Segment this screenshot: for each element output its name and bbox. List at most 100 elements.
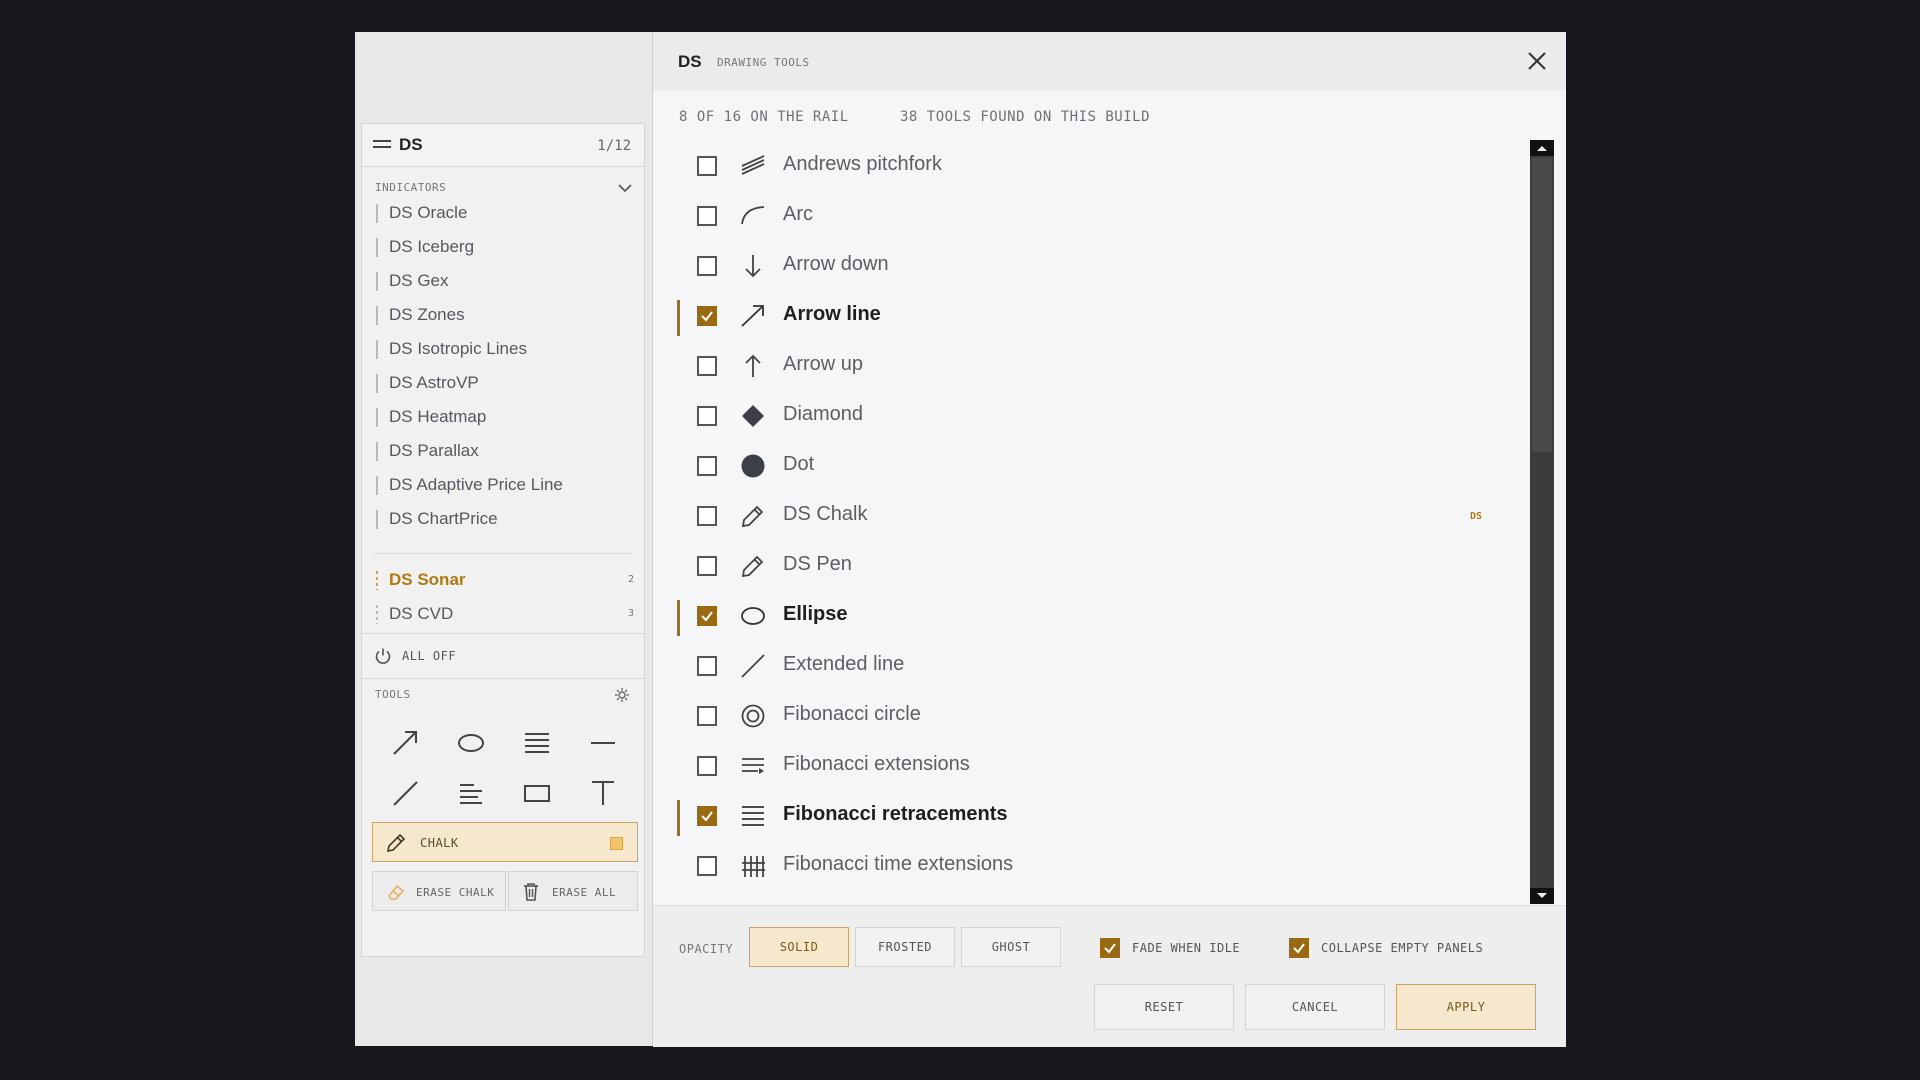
erase-all-button[interactable]: ERASE ALL (508, 871, 638, 911)
indicator-item[interactable]: DS Gex (376, 266, 634, 296)
tool-name: Extended line (783, 653, 905, 675)
tool-row-partial[interactable] (653, 890, 1528, 904)
tool-row-arc[interactable]: Arc (653, 190, 1528, 240)
horizontal-line-icon[interactable] (578, 723, 628, 763)
fade-when-idle-label: FADE WHEN IDLE (1132, 941, 1241, 955)
tool-row-ds-pen[interactable]: DS Pen (653, 540, 1528, 590)
tool-name: DS Pen (783, 553, 852, 575)
indicator-item[interactable]: DS Adaptive Price Line (376, 470, 634, 500)
menu-icon[interactable] (373, 140, 391, 150)
cancel-button[interactable]: CANCEL (1245, 984, 1385, 1030)
dialog-header: DS DRAWING TOOLS (653, 32, 1566, 90)
indicator-item[interactable]: DS Isotropic Lines (376, 334, 634, 364)
tool-checkbox[interactable] (697, 306, 717, 326)
fib-circle-icon (740, 704, 766, 728)
tool-name: Ellipse (783, 603, 848, 625)
tool-checkbox[interactable] (697, 456, 717, 476)
arrow-line-icon[interactable] (380, 723, 430, 763)
tools-section-label: TOOLS (375, 688, 411, 701)
tool-checkbox[interactable] (697, 406, 717, 426)
tool-checkbox[interactable] (697, 856, 717, 876)
scroll-up-arrow-icon[interactable] (1530, 140, 1554, 156)
tool-name: Diamond (783, 403, 864, 425)
indicator-item-sonar[interactable]: DS Sonar 2 (376, 565, 634, 595)
tool-name: Andrews pitchfork (783, 153, 942, 175)
tool-checkbox[interactable] (697, 256, 717, 276)
extended-line-icon (740, 654, 766, 678)
tools-found-status: 38 TOOLS FOUND ON THIS BUILD (900, 109, 1151, 125)
fib-retracement-icon[interactable] (512, 723, 562, 763)
tool-checkbox[interactable] (697, 656, 717, 676)
tool-row-dot[interactable]: Dot (653, 440, 1528, 490)
tool-row-arrow-up[interactable]: Arrow up (653, 340, 1528, 390)
tool-checkbox[interactable] (697, 556, 717, 576)
ds-tag: DS (1470, 511, 1483, 522)
tool-row-andrews-pitchfork[interactable]: Andrews pitchfork (653, 140, 1528, 190)
reset-button[interactable]: RESET (1094, 984, 1234, 1030)
tool-row-ellipse[interactable]: Ellipse (653, 590, 1528, 640)
tool-checkbox[interactable] (697, 606, 717, 626)
indicator-item[interactable]: DS ChartPrice (376, 504, 634, 534)
indicator-item[interactable]: DS AstroVP (376, 368, 634, 398)
opacity-frosted-button[interactable]: FROSTED (855, 927, 955, 967)
tool-checkbox[interactable] (697, 356, 717, 376)
indicator-item[interactable]: DS Iceberg (376, 232, 634, 262)
tool-row-fibonacci-circle[interactable]: Fibonacci circle (653, 690, 1528, 740)
fib-time-icon (740, 854, 766, 878)
indicator-label: DS AstroVP (389, 373, 479, 392)
indicator-item[interactable]: DS Parallax (376, 436, 634, 466)
scroll-down-arrow-icon[interactable] (1530, 888, 1554, 904)
indicator-label: DS Oracle (389, 203, 468, 222)
gear-icon[interactable] (614, 687, 630, 703)
tool-row-ds-chalk[interactable]: DS Chalk DS (653, 490, 1528, 540)
fib-extension-icon[interactable] (446, 773, 496, 813)
tool-row-fibonacci-retracements[interactable]: Fibonacci retracements (653, 790, 1528, 840)
all-off-button[interactable]: ALL OFF (362, 633, 644, 679)
chalk-button[interactable]: CHALK (372, 822, 638, 862)
dialog-footer: OPACITY SOLID FROSTED GHOST FADE WHEN ID… (653, 905, 1566, 1047)
ellipse-icon[interactable] (446, 723, 496, 763)
erase-chalk-button[interactable]: ERASE CHALK (372, 871, 506, 911)
collapse-empty-panels-checkbox[interactable] (1289, 938, 1309, 958)
rectangle-icon[interactable] (512, 773, 562, 813)
tool-row-fibonacci-extensions[interactable]: Fibonacci extensions (653, 740, 1528, 790)
indicator-panel: DS 1/12 INDICATORS DS Oracle DS Iceberg … (361, 123, 645, 957)
apply-button[interactable]: APPLY (1396, 984, 1536, 1030)
fade-when-idle-checkbox[interactable] (1100, 938, 1120, 958)
scrollbar[interactable] (1530, 140, 1554, 904)
opacity-ghost-button[interactable]: GHOST (961, 927, 1061, 967)
chevron-down-icon[interactable] (618, 184, 632, 193)
indicator-item[interactable]: DS Oracle (376, 198, 634, 228)
tool-checkbox[interactable] (697, 806, 717, 826)
indicator-item[interactable]: DS Heatmap (376, 402, 634, 432)
tool-row-extended-line[interactable]: Extended line (653, 640, 1528, 690)
text-icon[interactable] (578, 773, 628, 813)
erase-all-label: ERASE ALL (552, 886, 617, 899)
indicator-item[interactable]: DS Zones (376, 300, 634, 330)
pen-icon (740, 554, 766, 578)
indicator-label: DS Zones (389, 305, 465, 324)
fib-retracements-icon (740, 804, 766, 828)
scroll-thumb[interactable] (1532, 158, 1552, 452)
pencil-icon (385, 832, 407, 854)
tool-checkbox[interactable] (697, 706, 717, 726)
indicator-label: DS ChartPrice (389, 509, 498, 528)
indicator-label: DS Sonar (389, 570, 466, 589)
tool-row-arrow-down[interactable]: Arrow down (653, 240, 1528, 290)
tool-row-arrow-line[interactable]: Arrow line (653, 290, 1528, 340)
close-icon[interactable] (1524, 48, 1550, 74)
indicator-item-cvd[interactable]: DS CVD 3 (376, 599, 634, 629)
trend-line-icon[interactable] (380, 773, 430, 813)
tool-row-fibonacci-time-extensions[interactable]: Fibonacci time extensions (653, 840, 1528, 890)
chalk-color-swatch[interactable] (610, 837, 623, 850)
indicator-label: DS Isotropic Lines (389, 339, 527, 358)
tool-row-diamond[interactable]: Diamond (653, 390, 1528, 440)
tool-checkbox[interactable] (697, 206, 717, 226)
opacity-solid-button[interactable]: SOLID (749, 927, 849, 967)
divider (374, 553, 632, 554)
tool-checkbox[interactable] (697, 156, 717, 176)
arc-icon (740, 204, 766, 226)
tool-checkbox[interactable] (697, 506, 717, 526)
tool-name: Fibonacci circle (783, 703, 921, 725)
tool-checkbox[interactable] (697, 756, 717, 776)
